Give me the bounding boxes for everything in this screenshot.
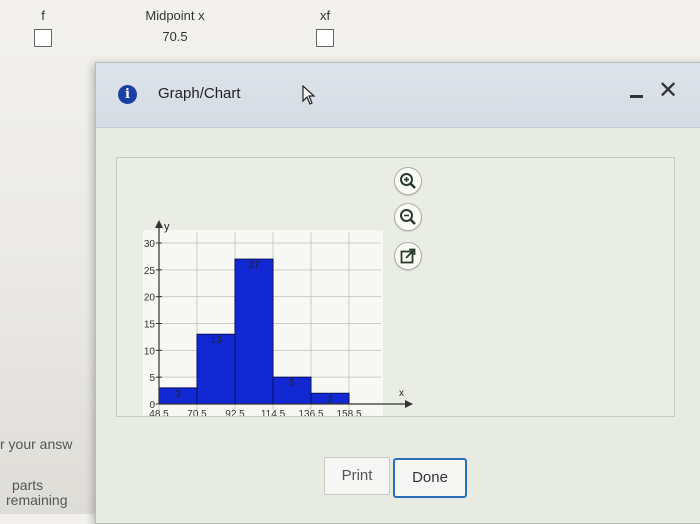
col-xf-header: xf bbox=[319, 8, 331, 23]
y-tick-label: 10 bbox=[144, 346, 156, 357]
midpoint-value: 70.5 bbox=[162, 29, 188, 44]
dialog-title: Graph/Chart bbox=[158, 85, 241, 102]
x-tick-label: 48.5 bbox=[149, 409, 169, 416]
xf-input-box[interactable] bbox=[316, 29, 334, 47]
x-tick-label: 158.5 bbox=[336, 409, 361, 416]
zoom-out-button[interactable] bbox=[394, 203, 422, 231]
side-text-remaining: remaining bbox=[6, 492, 68, 508]
minimize-button[interactable] bbox=[630, 83, 646, 101]
print-button[interactable]: Print bbox=[324, 457, 390, 495]
col-midpoint-header: Midpoint x bbox=[145, 8, 205, 23]
side-text-answer: r your answ bbox=[0, 436, 73, 452]
graph-chart-dialog: i Graph/Chart ✕ 3 13 27 5 2 y x 0 5 10 15 20 25 30 48.… bbox=[95, 62, 700, 524]
x-tick-label: 136.5 bbox=[298, 409, 323, 416]
x-axis-label: x bbox=[399, 388, 404, 399]
col-xf: xf bbox=[308, 8, 342, 50]
y-tick-label: 30 bbox=[144, 239, 156, 250]
bar-value-label: 3 bbox=[175, 389, 181, 400]
mouse-cursor-icon bbox=[302, 85, 316, 105]
dialog-titlebar[interactable]: i Graph/Chart ✕ bbox=[96, 63, 700, 128]
y-tick-label: 25 bbox=[144, 266, 156, 277]
close-button[interactable]: ✕ bbox=[658, 79, 678, 103]
side-text-parts: parts bbox=[12, 477, 44, 493]
close-icon: ✕ bbox=[658, 77, 679, 104]
col-midpoint: Midpoint x 70.5 bbox=[130, 8, 220, 44]
x-tick-label: 114.5 bbox=[261, 409, 286, 416]
y-tick-label: 20 bbox=[144, 293, 156, 304]
y-axis-arrow bbox=[155, 220, 163, 228]
external-link-icon bbox=[400, 248, 416, 264]
x-tick-label: 92.5 bbox=[225, 409, 245, 416]
histogram-chart: 3132752yx05101520253048.5 70.5 92.5 114.5 13… bbox=[143, 220, 413, 416]
col-f: f bbox=[28, 8, 58, 50]
bar-value-label: 27 bbox=[248, 260, 260, 271]
bar-value-label: 13 bbox=[210, 335, 222, 346]
open-external-button[interactable] bbox=[394, 242, 422, 270]
x-tick-label: 70.5 bbox=[187, 409, 207, 416]
histogram-bar bbox=[234, 258, 274, 405]
chart-panel: 3 13 27 5 2 y x 0 5 10 15 20 25 30 48.5 70.5 92.5 114.5 13… bbox=[116, 157, 675, 417]
done-button[interactable]: Done bbox=[393, 458, 467, 498]
zoom-in-button[interactable] bbox=[394, 167, 422, 195]
y-axis-label: y bbox=[164, 221, 170, 233]
x-axis-arrow bbox=[405, 400, 413, 408]
bar-value-label: 5 bbox=[289, 378, 295, 389]
col-f-header: f bbox=[41, 8, 45, 23]
f-input-box[interactable] bbox=[34, 29, 52, 47]
y-tick-label: 5 bbox=[149, 373, 155, 384]
y-tick-label: 15 bbox=[144, 320, 156, 331]
info-icon: i bbox=[118, 85, 137, 104]
zoom-out-icon bbox=[400, 209, 416, 225]
zoom-in-icon bbox=[400, 173, 416, 189]
